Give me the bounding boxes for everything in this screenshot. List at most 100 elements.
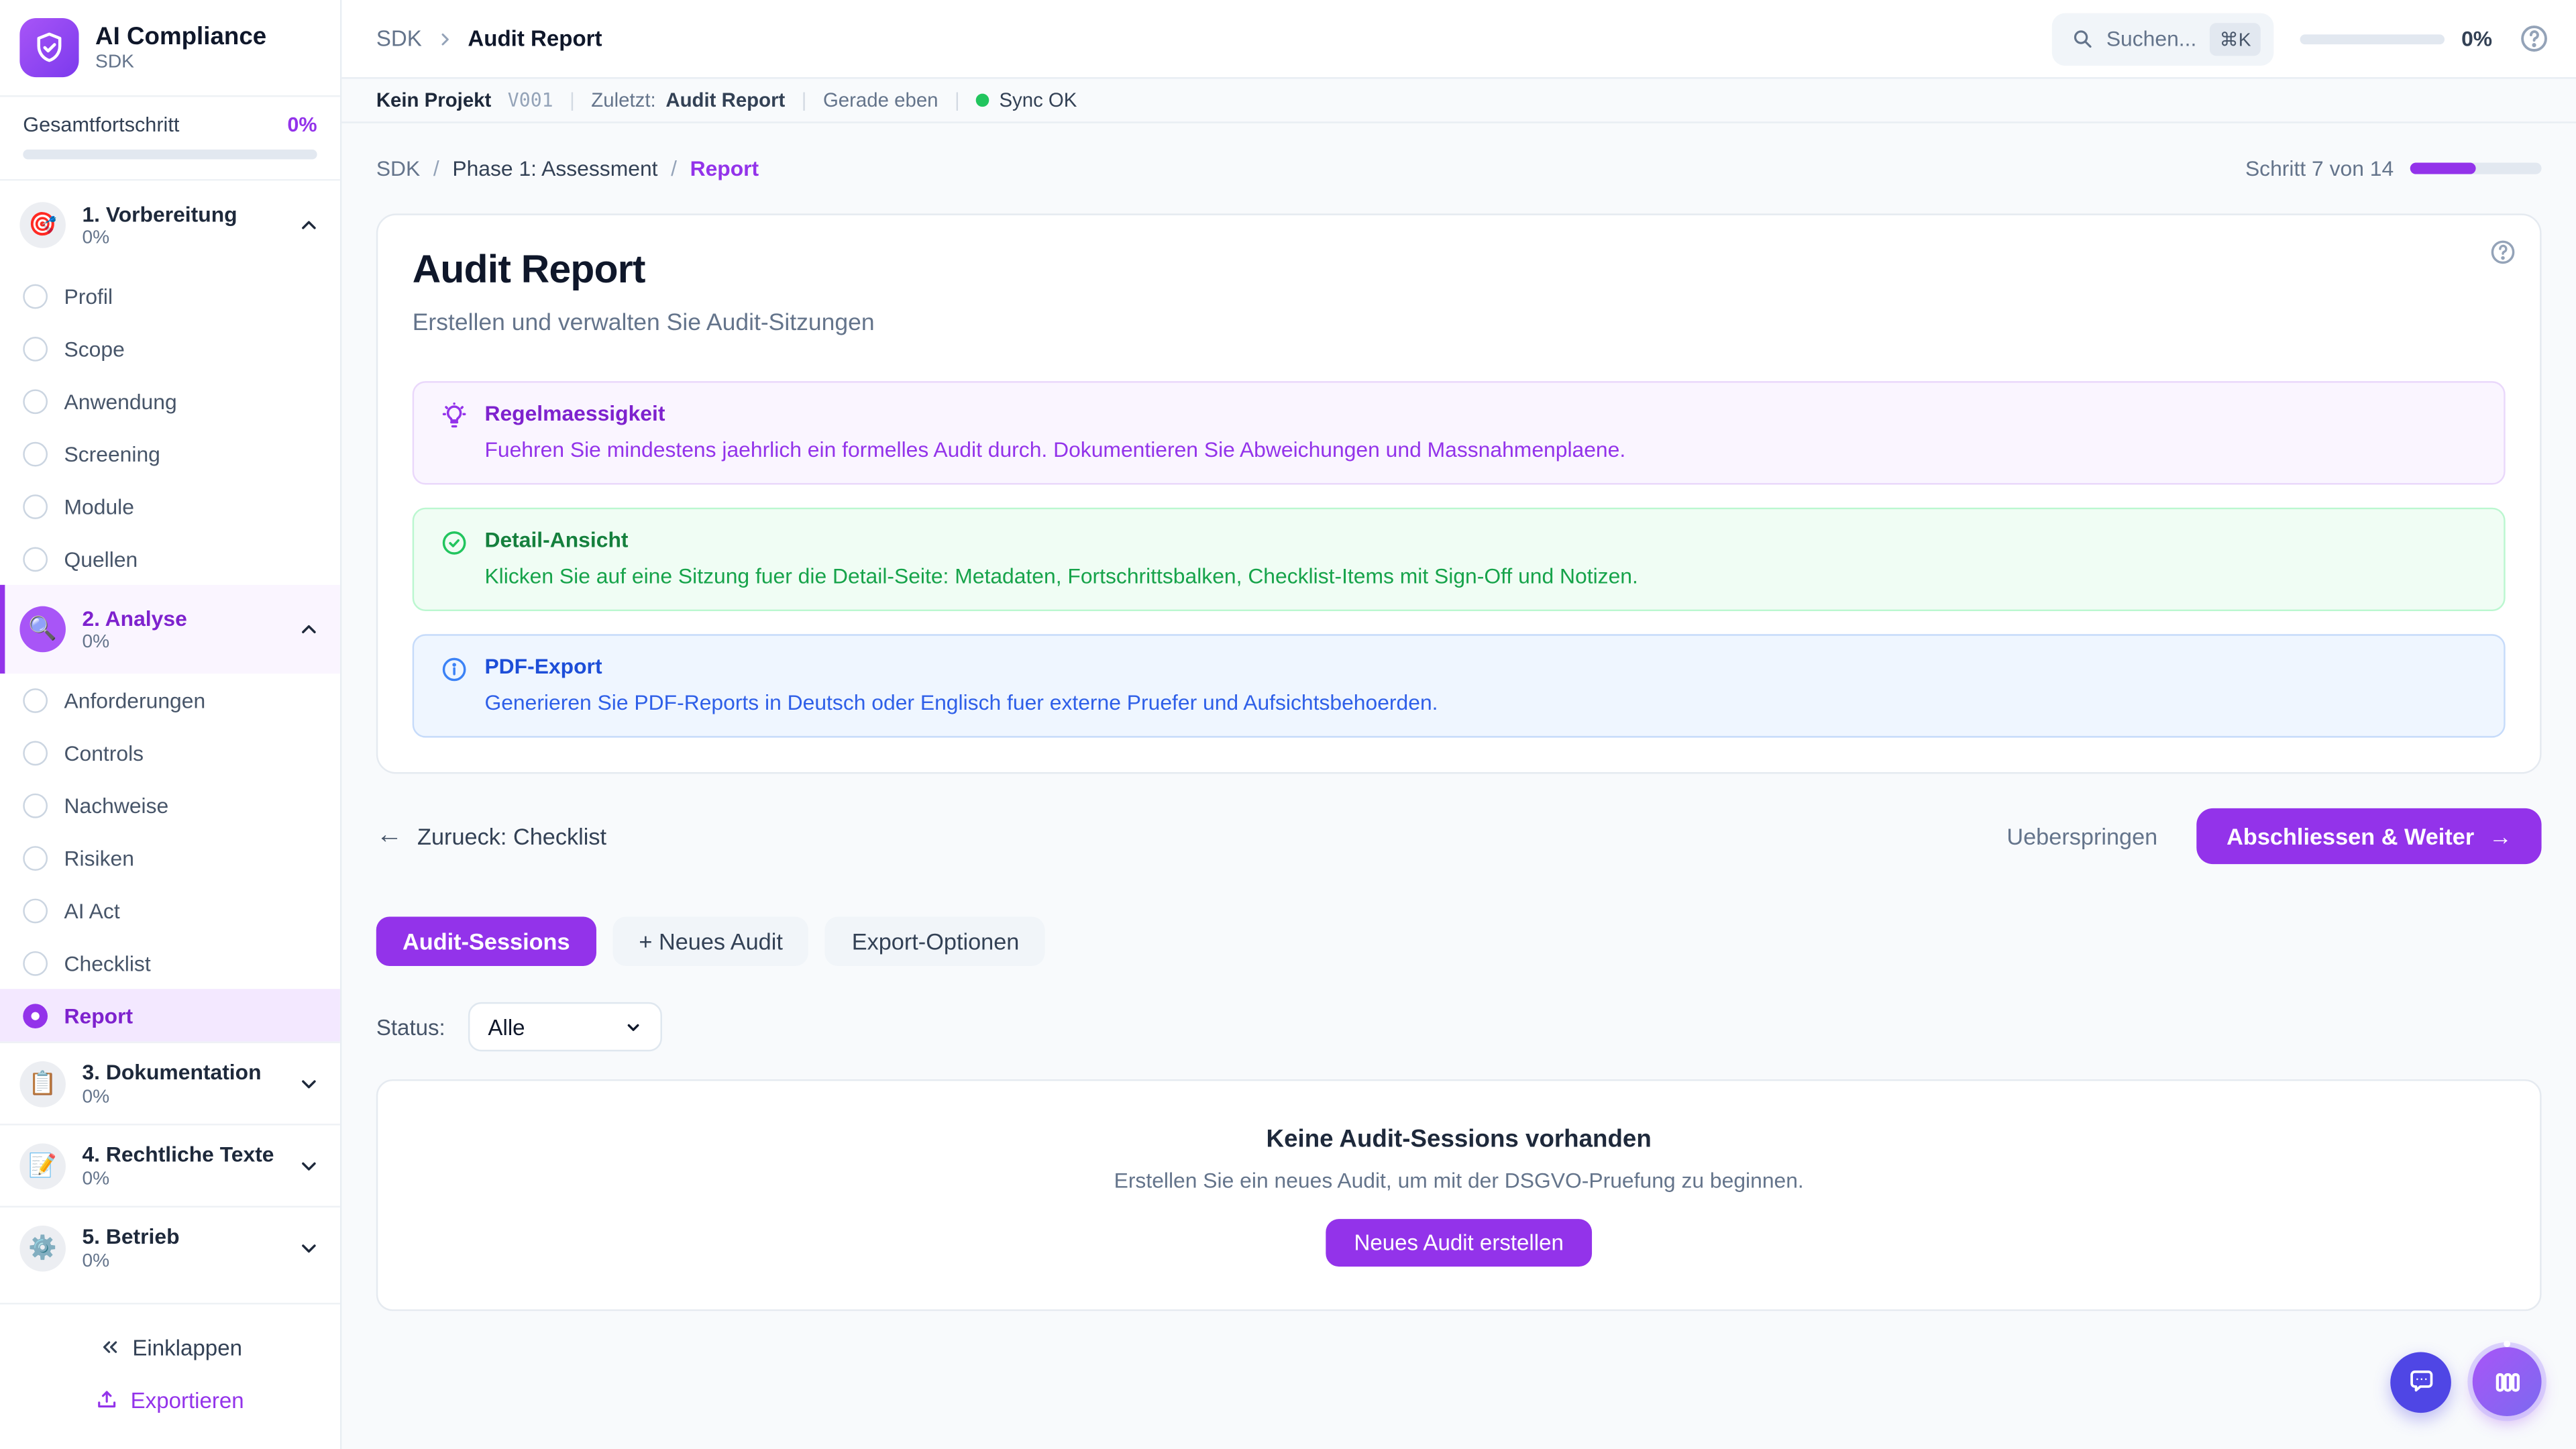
sidebar-item-anwendung[interactable]: Anwendung bbox=[0, 374, 340, 427]
floating-buttons bbox=[2390, 1347, 2541, 1416]
complete-next-button[interactable]: Abschliessen & Weiter → bbox=[2197, 808, 2542, 864]
phase-dokumentation[interactable]: 📋 3. Dokumentation 0% bbox=[0, 1042, 340, 1124]
columns-fab-button[interactable] bbox=[2473, 1347, 2542, 1416]
chevron-up-icon bbox=[297, 618, 320, 641]
audit-report-card: Audit Report Erstellen und verwalten Sie… bbox=[376, 213, 2542, 773]
phase-label: 4. Rechtliche Texte bbox=[82, 1142, 280, 1169]
sidebar-item-module[interactable]: Module bbox=[0, 480, 340, 532]
chevron-down-icon bbox=[625, 1018, 643, 1036]
radio-circle-icon bbox=[23, 845, 48, 870]
breadcrumb-phase[interactable]: Phase 1: Assessment bbox=[452, 156, 657, 181]
create-audit-button[interactable]: Neues Audit erstellen bbox=[1326, 1218, 1592, 1266]
last-saved-time: Gerade eben bbox=[823, 89, 938, 111]
status-filter: Status: Alle bbox=[376, 1002, 2542, 1051]
phase-vorbereitung[interactable]: 🎯 1. Vorbereitung 0% bbox=[0, 180, 340, 269]
sidebar-item-quellen[interactable]: Quellen bbox=[0, 532, 340, 584]
search-input[interactable]: Suchen... ⌘K bbox=[2052, 12, 2274, 64]
wizard-nav: ← Zurueck: Checklist Ueberspringen Absch… bbox=[376, 808, 2542, 864]
clipboard-icon: 📋 bbox=[19, 1061, 66, 1107]
sidebar-item-scope[interactable]: Scope bbox=[0, 322, 340, 374]
app-header: AI Compliance SDK bbox=[0, 0, 340, 97]
card-help-button[interactable] bbox=[2489, 238, 2517, 266]
version-badge: V001 bbox=[508, 89, 553, 111]
radio-circle-icon bbox=[23, 388, 48, 413]
phase-analyse[interactable]: 🔍 2. Analyse 0% bbox=[0, 585, 340, 674]
info-box-regelmaessigkeit: Regelmaessigkeit Fuehren Sie mindestens … bbox=[413, 381, 2506, 484]
help-button[interactable] bbox=[2518, 23, 2550, 54]
info-circle-icon bbox=[440, 655, 468, 684]
sidebar-item-risiken[interactable]: Risiken bbox=[0, 831, 340, 883]
sidebar-item-controls[interactable]: Controls bbox=[0, 726, 340, 778]
page-subtitle: Erstellen und verwalten Sie Audit-Sitzun… bbox=[413, 311, 2506, 337]
phase-percent: 0% bbox=[82, 1251, 280, 1271]
status-select[interactable]: Alle bbox=[468, 1002, 662, 1051]
radio-circle-icon bbox=[23, 898, 48, 922]
sidebar-item-screening[interactable]: Screening bbox=[0, 427, 340, 480]
chevron-right-icon bbox=[435, 29, 454, 48]
back-button[interactable]: ← Zurueck: Checklist bbox=[376, 821, 606, 851]
breadcrumb: SDK Audit Report bbox=[376, 26, 602, 51]
chevron-up-icon bbox=[297, 213, 320, 236]
question-circle-icon bbox=[2518, 23, 2550, 54]
tab-audit-sessions[interactable]: Audit-Sessions bbox=[376, 917, 596, 966]
upload-icon bbox=[96, 1388, 119, 1411]
phase-label: 5. Betrieb bbox=[82, 1224, 280, 1251]
tab-neues-audit[interactable]: + Neues Audit bbox=[612, 917, 809, 966]
sidebar-item-anforderungen[interactable]: Anforderungen bbox=[0, 674, 340, 726]
phase-label: 2. Analyse bbox=[82, 606, 280, 633]
collapse-sidebar-button[interactable]: Einklappen bbox=[0, 1321, 340, 1373]
last-label: Zuletzt: bbox=[591, 89, 655, 111]
info-box-pdf-export: PDF-Export Generieren Sie PDF-Reports in… bbox=[413, 634, 2506, 737]
search-placeholder: Suchen... bbox=[2106, 26, 2197, 51]
chevron-down-icon bbox=[297, 1072, 320, 1095]
sidebar: AI Compliance SDK Gesamtfortschritt 0% 🎯… bbox=[0, 0, 341, 1449]
skip-button[interactable]: Ueberspringen bbox=[2006, 823, 2157, 849]
breadcrumb-current: Audit Report bbox=[468, 26, 602, 51]
empty-state-subtitle: Erstellen Sie ein neues Audit, um mit de… bbox=[1114, 1167, 1804, 1192]
header-progress-percent: 0% bbox=[2461, 26, 2492, 51]
columns-icon bbox=[2491, 1366, 2523, 1397]
phase-betrieb[interactable]: ⚙️ 5. Betrieb 0% bbox=[0, 1206, 340, 1288]
info-box-detail-ansicht: Detail-Ansicht Klicken Sie auf eine Sitz… bbox=[413, 508, 2506, 611]
breadcrumb-report: Report bbox=[690, 156, 759, 181]
sidebar-item-ai-act[interactable]: AI Act bbox=[0, 884, 340, 936]
phase-percent: 0% bbox=[82, 633, 280, 652]
info-box-title: Detail-Ansicht bbox=[484, 527, 1638, 552]
empty-state: Keine Audit-Sessions vorhanden Erstellen… bbox=[376, 1079, 2542, 1311]
radio-circle-icon bbox=[23, 283, 48, 308]
page-title: Audit Report bbox=[413, 248, 2506, 294]
chat-fab-button[interactable] bbox=[2390, 1351, 2451, 1412]
sidebar-item-profil[interactable]: Profil bbox=[0, 270, 340, 322]
radio-circle-icon bbox=[23, 494, 48, 519]
sidebar-nav: 🎯 1. Vorbereitung 0% Profil Scope Anwend… bbox=[0, 180, 340, 1303]
active-dot-icon bbox=[23, 1003, 48, 1028]
status-bar: Kein Projekt V001 | Zuletzt: Audit Repor… bbox=[341, 79, 2576, 123]
sidebar-item-report[interactable]: Report bbox=[0, 989, 340, 1041]
phase-rechtliche-texte[interactable]: 📝 4. Rechtliche Texte 0% bbox=[0, 1124, 340, 1205]
double-chevron-left-icon bbox=[98, 1336, 121, 1358]
breadcrumb-sdk[interactable]: SDK bbox=[376, 156, 420, 181]
step-counter: Schritt 7 von 14 bbox=[2245, 156, 2394, 181]
phase-label: 1. Vorbereitung bbox=[82, 202, 280, 229]
gear-icon: ⚙️ bbox=[19, 1225, 66, 1271]
breadcrumb-root[interactable]: SDK bbox=[376, 26, 422, 51]
chevron-down-icon bbox=[297, 1154, 320, 1177]
project-name: Kein Projekt bbox=[376, 89, 492, 111]
keyboard-shortcut-badge: ⌘K bbox=[2210, 22, 2261, 55]
last-value: Audit Report bbox=[665, 89, 785, 111]
divider: | bbox=[802, 89, 807, 111]
overall-progress-label: Gesamtfortschritt bbox=[23, 113, 179, 136]
overall-progress-bar bbox=[23, 150, 317, 160]
target-icon: 🎯 bbox=[19, 202, 66, 248]
tab-export-optionen[interactable]: Export-Optionen bbox=[826, 917, 1046, 966]
export-button[interactable]: Exportieren bbox=[0, 1373, 340, 1426]
topbar: SDK Audit Report Suchen... ⌘K 0% bbox=[341, 0, 2576, 79]
sidebar-item-nachweise[interactable]: Nachweise bbox=[0, 779, 340, 831]
sidebar-item-checklist[interactable]: Checklist bbox=[0, 936, 340, 989]
radio-circle-icon bbox=[23, 336, 48, 361]
info-box-body: Klicken Sie auf eine Sitzung fuer die De… bbox=[484, 564, 1638, 588]
sync-status: Sync OK bbox=[976, 89, 1077, 111]
chat-bubble-icon bbox=[2406, 1367, 2436, 1397]
search-icon bbox=[2072, 28, 2093, 50]
radio-circle-icon bbox=[23, 740, 48, 765]
